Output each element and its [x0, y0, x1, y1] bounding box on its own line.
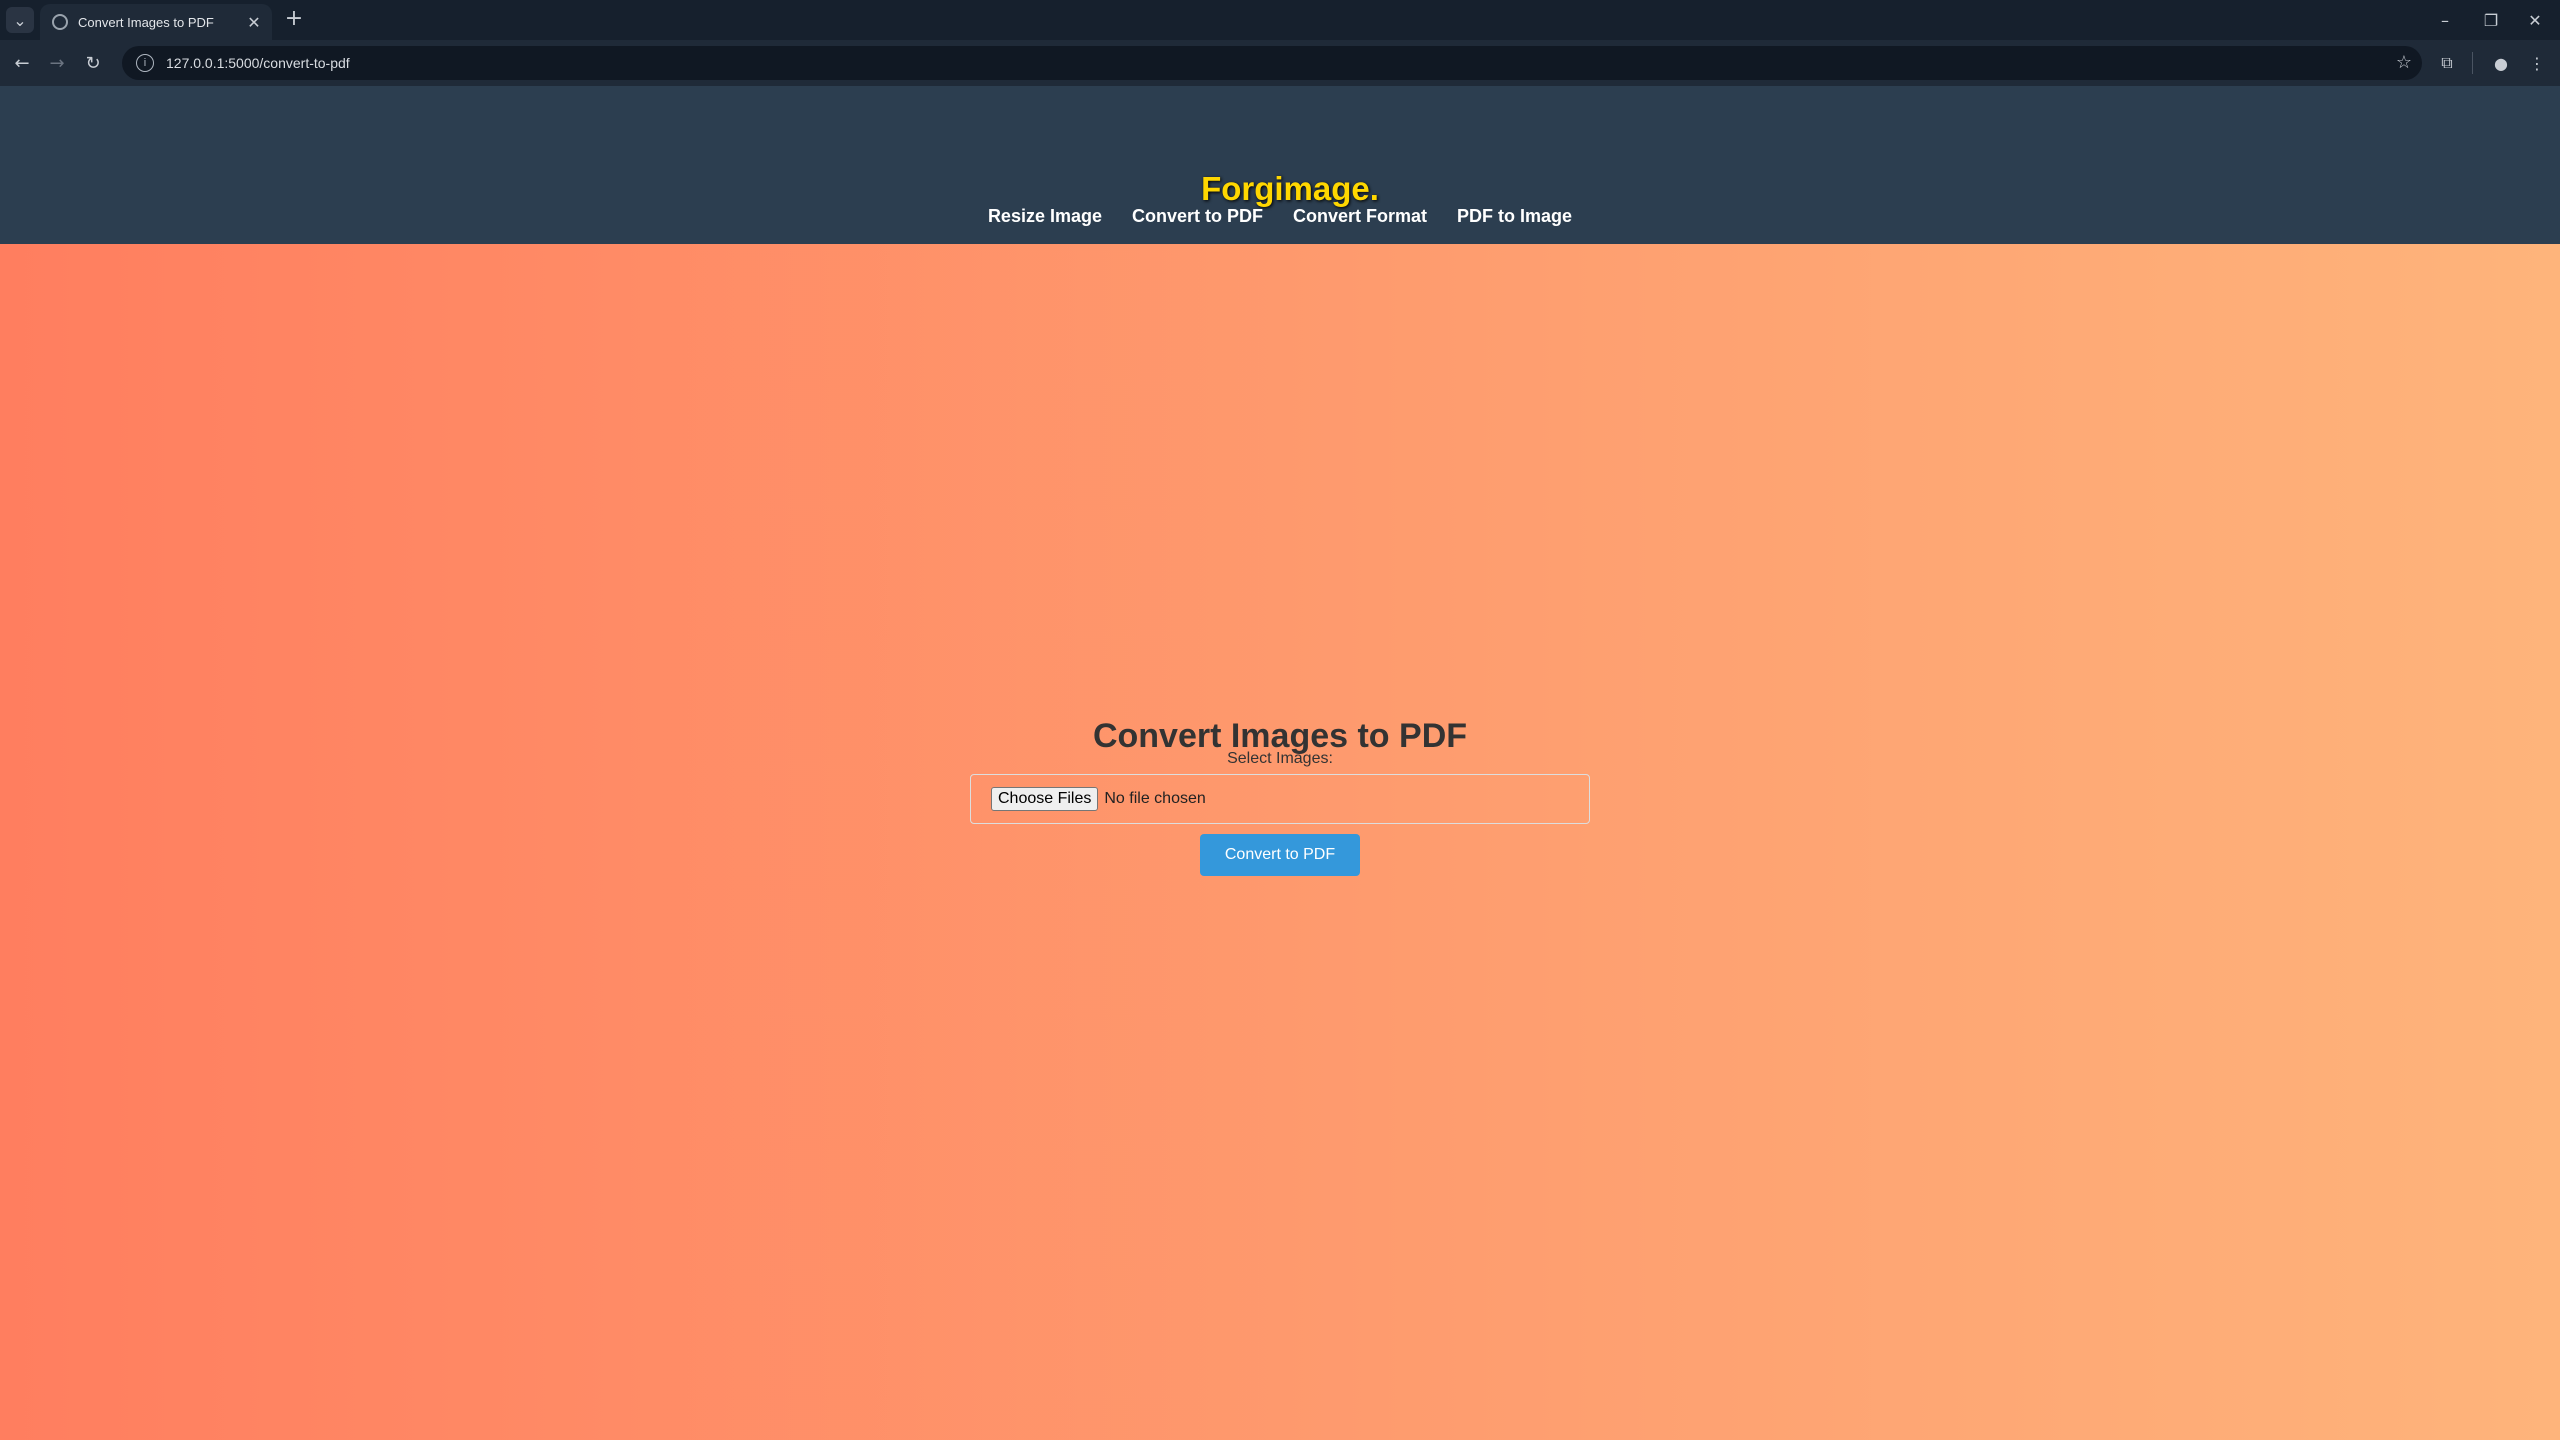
puzzle-icon[interactable]: ⧉ — [2432, 48, 2462, 78]
star-icon[interactable]: ☆ — [2396, 52, 2412, 73]
restore-icon[interactable]: ❐ — [2474, 6, 2508, 34]
browser-tab[interactable]: Convert Images to PDF ✕ — [40, 4, 272, 40]
file-status-text: No file chosen — [1104, 790, 1206, 807]
info-icon[interactable]: i — [136, 54, 154, 72]
converter-form: Convert Images to PDF Select Images: Cho… — [0, 716, 2560, 876]
minimize-icon[interactable]: – — [2428, 6, 2462, 34]
select-images-label: Select Images: — [1227, 750, 1333, 767]
site-header: Forgimage. Resize Image Convert to PDF C… — [0, 86, 2560, 244]
url-text[interactable]: 127.0.0.1:5000/convert-to-pdf — [166, 55, 350, 71]
file-input[interactable]: Choose Files No file chosen — [970, 774, 1590, 824]
close-window-icon[interactable]: ✕ — [2518, 6, 2552, 34]
chevron-down-icon[interactable]: ⌄ — [6, 7, 34, 33]
profile-icon[interactable]: ● — [2486, 48, 2516, 78]
nav-link-pdf-to-image[interactable]: PDF to Image — [1457, 206, 1572, 227]
forward-arrow-icon[interactable]: → — [42, 48, 72, 78]
globe-icon — [52, 14, 68, 30]
site-nav: Resize Image Convert to PDF Convert Form… — [0, 206, 2560, 227]
site-logo[interactable]: Forgimage. — [0, 170, 2560, 208]
tab-title: Convert Images to PDF — [78, 14, 214, 30]
kebab-menu-icon[interactable]: ⋮ — [2522, 48, 2552, 78]
nav-link-convert-format[interactable]: Convert Format — [1293, 206, 1427, 227]
back-arrow-icon[interactable]: ← — [7, 48, 37, 78]
toolbar-divider — [2472, 52, 2473, 74]
address-bar[interactable]: i 127.0.0.1:5000/convert-to-pdf ☆ — [122, 46, 2422, 80]
nav-link-resize-image[interactable]: Resize Image — [988, 206, 1102, 227]
choose-files-button[interactable]: Choose Files — [991, 787, 1099, 811]
convert-to-pdf-button[interactable]: Convert to PDF — [1200, 834, 1360, 876]
plus-icon[interactable]: + — [282, 8, 306, 32]
reload-icon[interactable]: ↻ — [78, 48, 108, 78]
nav-link-convert-to-pdf[interactable]: Convert to PDF — [1132, 206, 1263, 227]
page-body: Forgimage. Resize Image Convert to PDF C… — [0, 86, 2560, 1440]
close-icon[interactable]: ✕ — [244, 12, 264, 32]
browser-tab-strip: ⌄ Convert Images to PDF ✕ + – ❐ ✕ — [0, 0, 2560, 40]
browser-toolbar: ← → ↻ i 127.0.0.1:5000/convert-to-pdf ☆ … — [0, 40, 2560, 86]
